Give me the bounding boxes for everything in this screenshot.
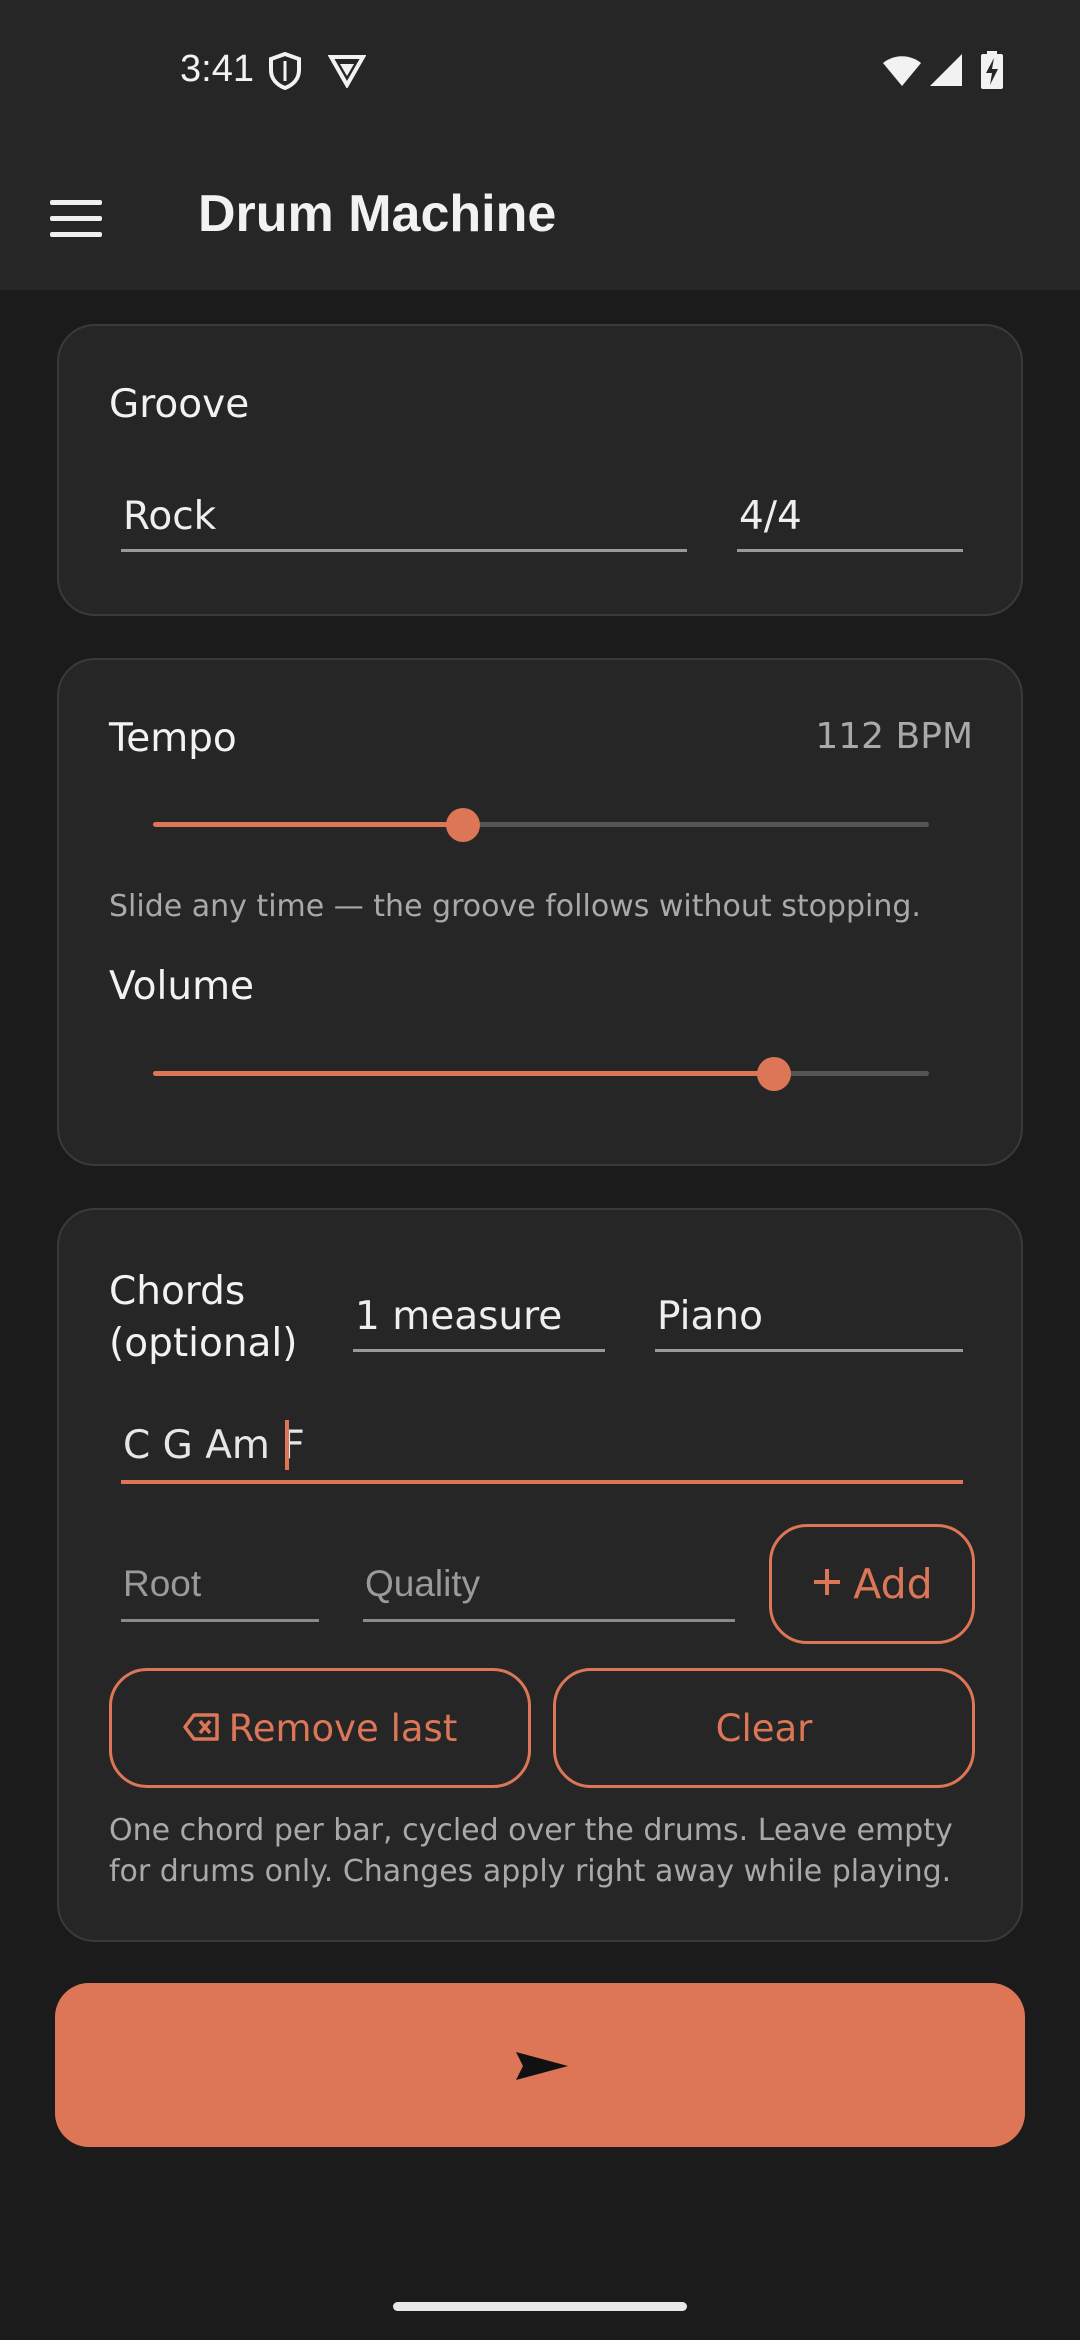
quality-input[interactable]: Quality [363,1526,735,1622]
volume-slider[interactable] [153,1053,929,1093]
play-icon [515,2051,569,2086]
time-signature-value: 4/4 [739,494,802,539]
chords-hint: One chord per bar, cycled over the drums… [109,1813,953,1889]
root-placeholder: Root [123,1563,202,1604]
shield-icon [268,51,302,95]
root-input[interactable]: Root [121,1526,319,1622]
chords-title: Chords (optional) [109,1266,298,1370]
chord-length-dropdown[interactable]: 1 measure [353,1270,605,1352]
groove-title: Groove [109,382,250,427]
tempo-hint: Slide any time — the groove follows with… [109,889,921,924]
plus-icon [811,1560,843,1608]
remove-last-button[interactable]: Remove last [109,1668,531,1788]
wifi-icon [882,54,922,93]
backspace-icon [182,1707,219,1750]
groove-card: Groove Rock 4/4 [57,324,1023,616]
volume-slider-fill [153,1071,774,1076]
instrument-value: Piano [657,1294,763,1339]
clear-label: Clear [715,1706,813,1750]
groove-style-value: Rock [123,494,217,539]
tempo-volume-card: Tempo 112 BPM Slide any time — the groov… [57,658,1023,1166]
remove-last-label: Remove last [228,1706,458,1750]
clear-button[interactable]: Clear [553,1668,975,1788]
chord-progression-input[interactable]: C G Am F [121,1396,963,1484]
cellular-signal-icon [928,52,964,93]
chords-title-line2: (optional) [109,1321,298,1366]
app-title: Drum Machine [198,185,557,243]
chords-card: Chords (optional) 1 measure Piano C G Am… [57,1208,1023,1942]
add-chord-label: Add [853,1560,933,1608]
battery-charging-icon [980,50,1004,95]
volume-title: Volume [109,964,255,1009]
chord-progression-value: C G Am F [123,1423,305,1468]
play-button[interactable] [55,1983,1025,2147]
tempo-slider[interactable] [153,804,929,844]
tempo-slider-thumb[interactable] [446,808,481,842]
app-bar: Drum Machine [0,142,1080,290]
groove-style-dropdown[interactable]: Rock [121,486,687,552]
tempo-bpm-readout: 112 BPM [815,716,973,757]
chord-length-value: 1 measure [355,1294,563,1339]
tempo-slider-fill [153,822,464,827]
status-time: 3:41 [180,48,254,90]
status-bar: 3:41 [0,0,1080,142]
instrument-dropdown[interactable]: Piano [655,1270,963,1352]
volume-slider-thumb[interactable] [756,1057,791,1091]
gesture-nav-handle[interactable] [393,2302,687,2311]
add-chord-button[interactable]: Add [769,1524,975,1644]
time-signature-dropdown[interactable]: 4/4 [737,486,963,552]
hamburger-menu-icon[interactable] [36,190,116,246]
text-cursor [285,1420,289,1470]
vpn-icon [327,54,367,93]
tempo-title: Tempo [109,716,237,761]
chords-title-line1: Chords [109,1269,246,1314]
quality-placeholder: Quality [365,1563,481,1604]
